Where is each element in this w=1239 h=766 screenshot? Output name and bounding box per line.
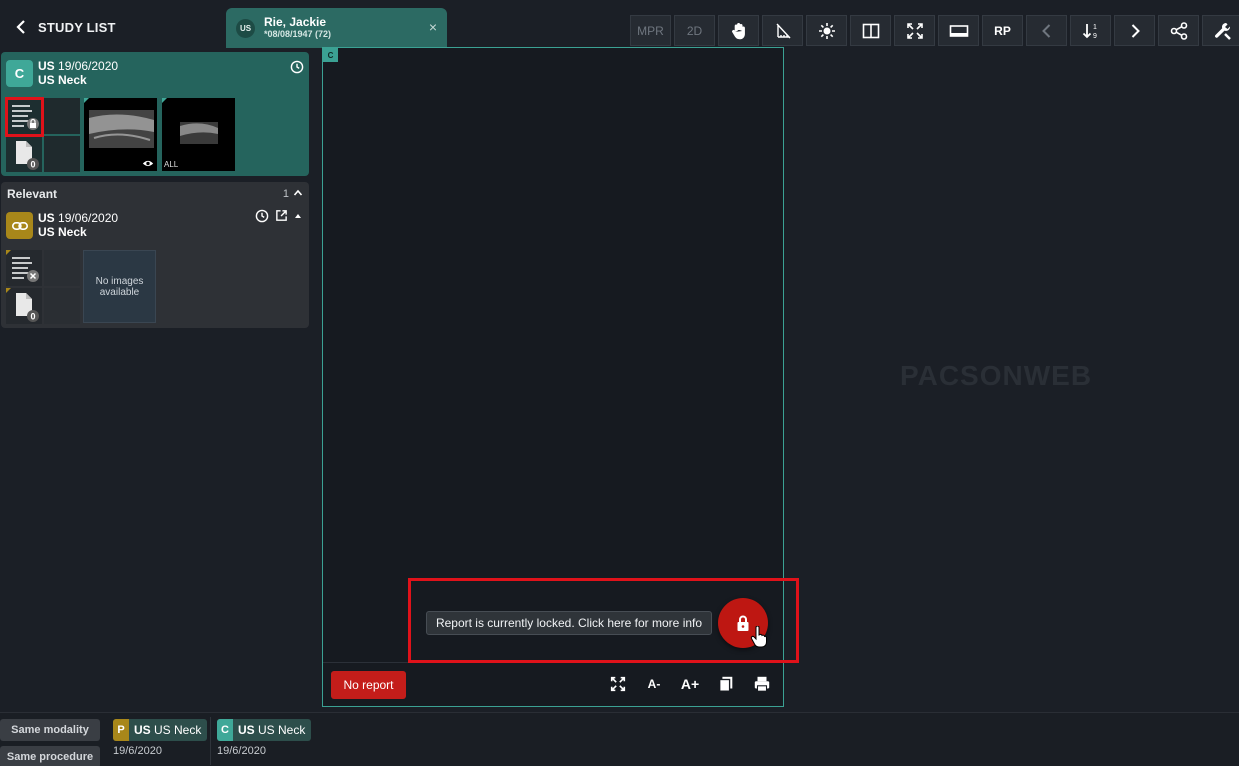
link-icon <box>11 221 28 230</box>
patient-dob: *08/08/1947 (72) <box>264 28 332 39</box>
display-layout-icon[interactable] <box>938 15 979 46</box>
prior-study-date: 19/6/2020 <box>113 745 162 757</box>
brightness-icon[interactable] <box>806 15 847 46</box>
current-badge: C <box>217 719 233 741</box>
open-external-icon[interactable] <box>275 209 288 222</box>
patient-tab[interactable]: US Rie, Jackie *08/08/1947 (72) × <box>226 8 447 48</box>
no-report-button[interactable]: No report <box>331 671 406 699</box>
all-series-thumbnail[interactable]: ALL <box>162 98 235 171</box>
sort-order-icon[interactable]: 19 <box>1070 15 1111 46</box>
viewer-corner-label: C <box>323 48 338 62</box>
study-modality-date: US 19/06/2020 <box>38 59 119 73</box>
history-clock-icon[interactable] <box>290 60 304 74</box>
expand-arrow-icon[interactable] <box>294 212 302 220</box>
modality-badge: US <box>236 18 255 38</box>
report-thumbnail-highlight <box>5 97 44 137</box>
all-series-label: ALL <box>164 160 179 169</box>
measure-tool-icon[interactable] <box>762 15 803 46</box>
missing-report-thumbnail[interactable] <box>6 250 42 286</box>
relevant-title: Relevant <box>7 187 58 201</box>
study-description: US Neck <box>38 73 87 87</box>
fullscreen-icon[interactable] <box>894 15 935 46</box>
chip-label: US US Neck <box>134 723 202 737</box>
no-images-placeholder: No images available <box>83 250 156 323</box>
same-procedure-filter[interactable]: Same procedure <box>0 746 100 766</box>
pan-hand-icon[interactable] <box>718 15 759 46</box>
fullscreen-icon[interactable] <box>607 673 629 695</box>
document-icon: 0 <box>6 288 39 322</box>
document-thumbnail[interactable]: 0 <box>6 288 42 324</box>
collapse-chevron-icon[interactable] <box>293 188 303 198</box>
pacsonweb-watermark: PACSONWEB <box>900 360 1093 391</box>
font-decrease-button[interactable]: A- <box>643 673 665 695</box>
current-study-card[interactable]: C US 19/06/2020 US Neck 0 ALL <box>1 52 309 176</box>
no-images-text: No images available <box>95 275 144 298</box>
same-modality-filter[interactable]: Same modality <box>0 719 100 741</box>
svg-text:0: 0 <box>30 312 35 322</box>
previous-icon[interactable] <box>1026 15 1067 46</box>
relevant-description: US Neck <box>38 225 87 239</box>
rp-button[interactable]: RP <box>982 15 1023 46</box>
prior-badge: P <box>113 719 129 741</box>
empty-slot <box>44 136 80 172</box>
current-study-chip[interactable]: C US US Neck <box>217 719 312 741</box>
close-tab-icon[interactable]: × <box>429 19 437 35</box>
chevron-left-icon <box>16 20 25 34</box>
empty-slot <box>44 98 80 134</box>
eye-icon <box>142 160 154 167</box>
share-icon[interactable] <box>1158 15 1199 46</box>
document-icon: 0 <box>16 141 39 170</box>
chip-label: US US Neck <box>238 723 306 737</box>
patient-name: Rie, Jackie <box>264 15 327 30</box>
viewer-toolbar: MPR 2D RP 19 <box>630 15 1239 46</box>
font-increase-button[interactable]: A+ <box>679 673 701 695</box>
empty-slot <box>44 288 80 324</box>
2d-button[interactable]: 2D <box>674 15 715 46</box>
empty-slot <box>44 250 80 286</box>
study-panel: C US 19/06/2020 US Neck 0 ALL Relevant 1 <box>0 48 316 706</box>
study-list-back-button[interactable]: STUDY LIST <box>14 14 116 40</box>
svg-text:0: 0 <box>30 160 35 170</box>
linked-study-badge <box>6 212 33 239</box>
report-unavailable-icon <box>6 250 39 282</box>
print-icon[interactable] <box>751 673 773 695</box>
current-study-date: 19/6/2020 <box>217 745 266 757</box>
top-bar: STUDY LIST US Rie, Jackie *08/08/1947 (7… <box>0 0 1239 48</box>
svg-text:1: 1 <box>1093 24 1097 31</box>
relevant-modality-date: US 19/06/2020 <box>38 211 119 225</box>
copy-icon[interactable] <box>715 673 737 695</box>
report-footer: No report A- A+ <box>323 662 783 706</box>
history-clock-icon[interactable] <box>255 209 269 223</box>
ultrasound-series-thumbnail[interactable] <box>84 98 157 171</box>
lock-notice-highlight <box>408 578 799 663</box>
report-tools: A- A+ <box>607 673 773 695</box>
relevant-count: 1 <box>282 188 289 200</box>
related-studies-bar: Same modality Same procedure P US US Nec… <box>0 712 1239 766</box>
relevant-studies-card: Relevant 1 US 19/06/2020 US Neck 0 No im… <box>1 182 309 328</box>
divider <box>210 717 211 765</box>
svg-text:9: 9 <box>1093 33 1097 40</box>
back-label: STUDY LIST <box>38 19 116 35</box>
settings-wrench-icon[interactable] <box>1202 15 1239 46</box>
prior-study-chip[interactable]: P US US Neck <box>113 719 208 741</box>
next-icon[interactable] <box>1114 15 1155 46</box>
current-study-badge: C <box>6 60 33 87</box>
mpr-button[interactable]: MPR <box>630 15 671 46</box>
split-layout-icon[interactable] <box>850 15 891 46</box>
document-thumbnail[interactable]: 0 <box>6 136 42 172</box>
